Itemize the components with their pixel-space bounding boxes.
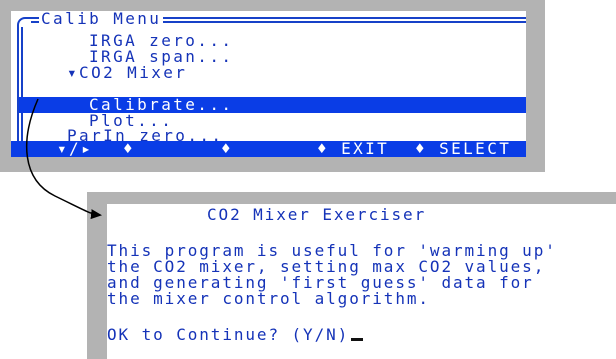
connector-arrow-icon [25, 98, 102, 220]
